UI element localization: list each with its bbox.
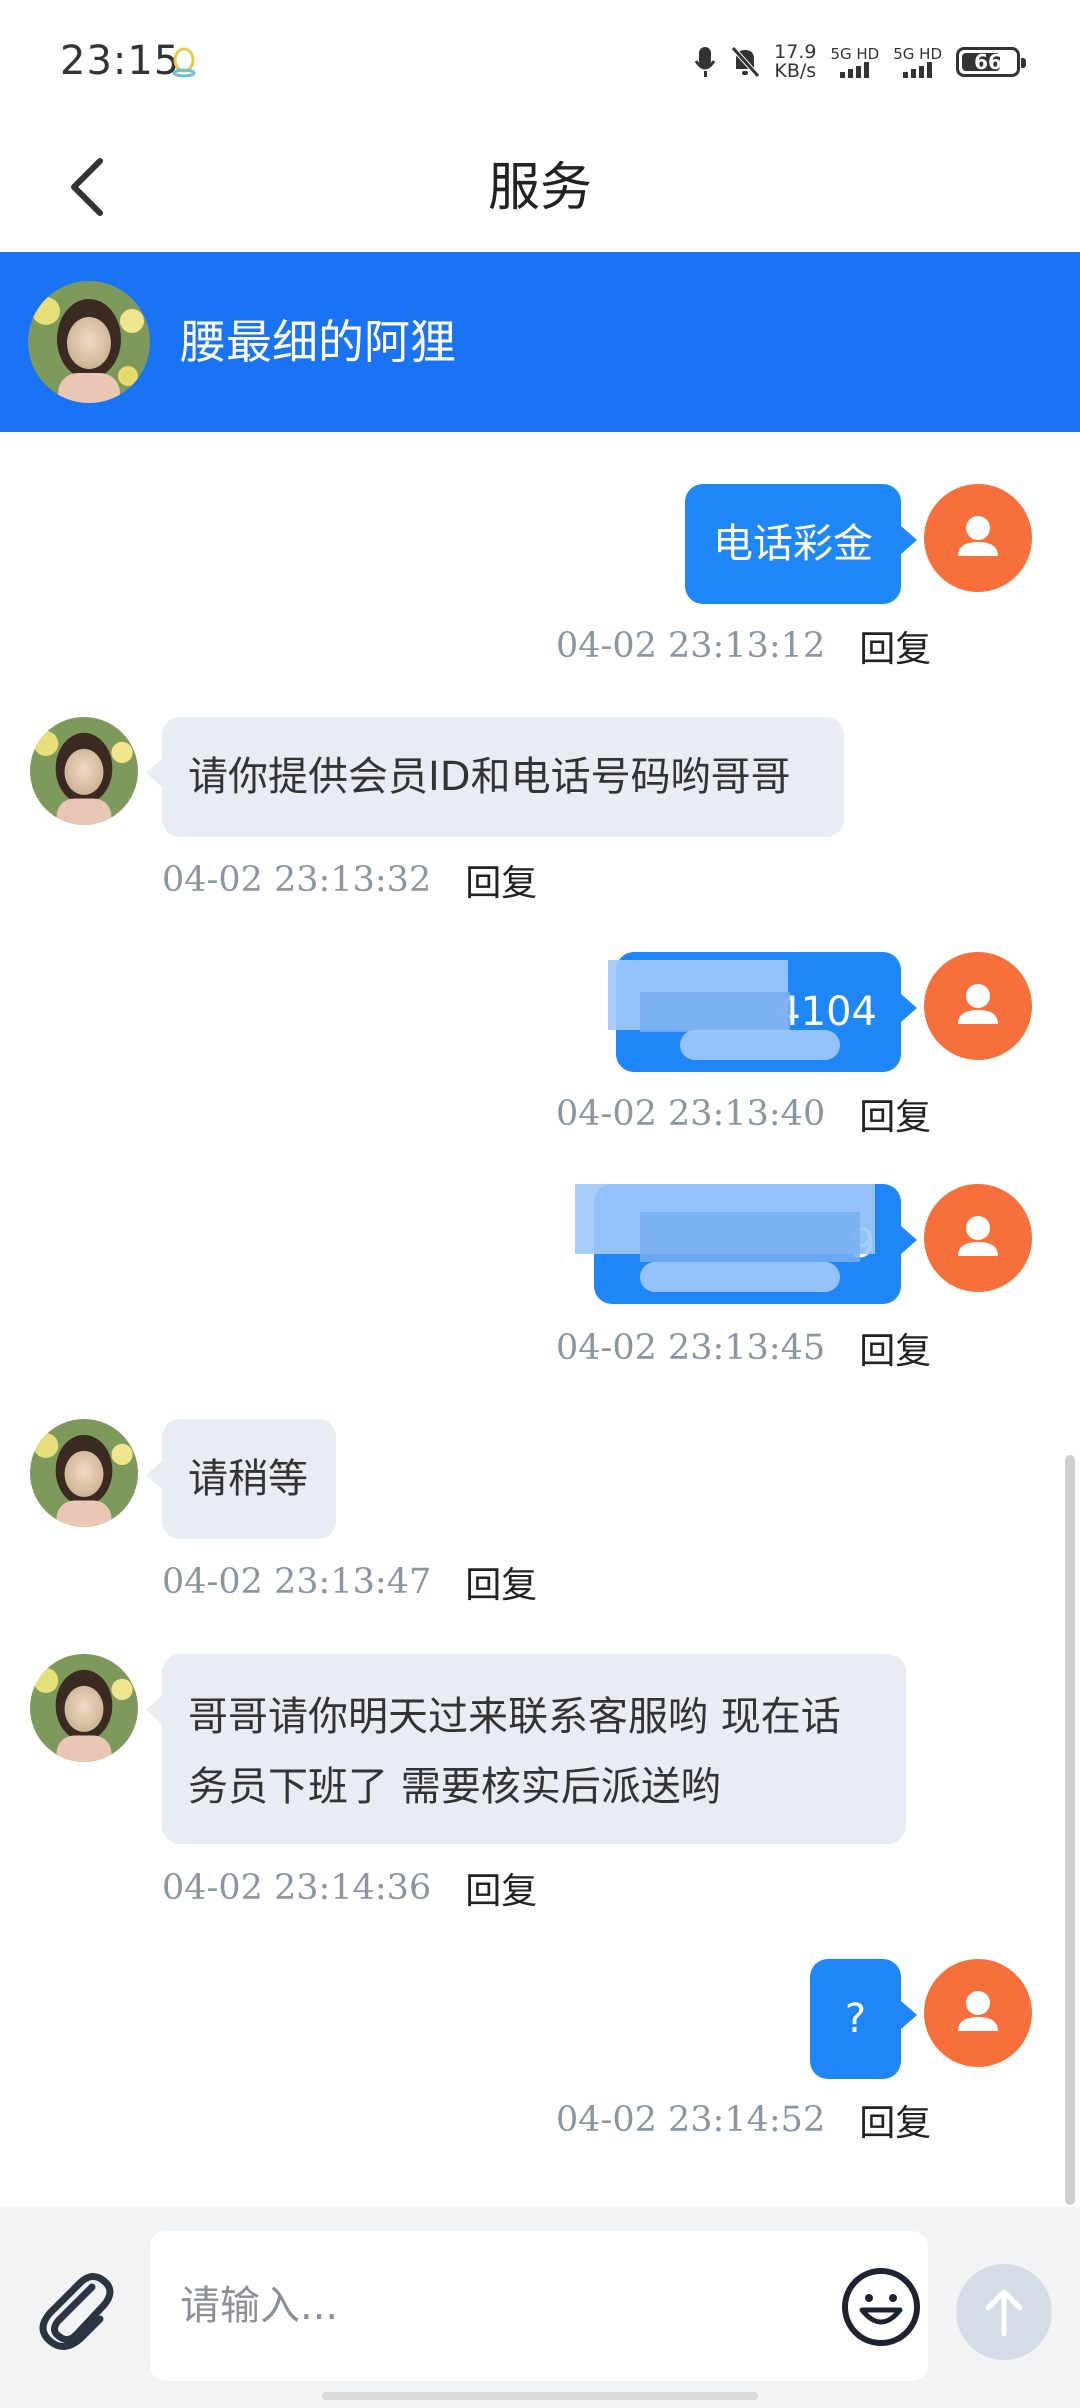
message-text: 4104 [775,989,877,1035]
battery-icon: 66 [956,47,1026,77]
message-text: 请你提供会员ID和电话号码哟哥哥 [188,754,791,800]
reply-link[interactable]: 回复 [465,854,537,906]
agent-avatar[interactable] [28,281,150,403]
user-icon [958,1991,998,2031]
agent-message-avatar[interactable] [30,717,138,825]
redaction-mask [680,1030,840,1060]
incoming-message[interactable]: 请稍等 [146,1419,336,1539]
user-icon [958,516,998,556]
page-title: 服务 [487,158,592,218]
agent-header: 腰最细的阿狸 [0,252,1080,432]
chevron-left-icon [71,158,103,216]
home-indicator[interactable] [322,2392,758,2400]
message-meta: 04-02 23:13:47 回复 [162,1556,537,1608]
message-input[interactable] [150,2231,928,2381]
reply-link[interactable]: 回复 [859,1088,931,1140]
status-icons: 17.9 KB/s 5G HD 5G HD 66 [694,40,1026,84]
message-text: 请稍等 [188,1456,308,1502]
sim2-label: 5G HD [893,45,942,63]
message-text-line: 务员下班了 需要核实后派送哟 [188,1764,721,1810]
microphone-icon [694,47,716,77]
incoming-message[interactable]: 哥哥请你明天过来联系客服哟 现在话 务员下班了 需要核实后派送哟 [146,1654,906,1844]
user-avatar[interactable] [924,484,1032,592]
message-text: ? [844,1996,867,2042]
user-avatar[interactable] [924,1184,1032,1292]
battery-level: 66 [974,50,1002,74]
back-button[interactable] [52,147,132,227]
message-timestamp: 04-02 23:13:45 [556,1328,826,1368]
reply-link[interactable]: 回复 [859,620,931,672]
network-speed-unit: KB/s [774,60,817,82]
incoming-message[interactable]: 请你提供会员ID和电话号码哟哥哥 [146,717,844,837]
signal-bars-icon [903,62,933,78]
sim1-label: 5G HD [830,45,880,63]
signal-bars-icon [840,62,870,78]
reply-link[interactable]: 回复 [465,1862,537,1914]
message-meta: 04-02 23:13:45 回复 [556,1322,931,1374]
agent-message-avatar[interactable] [30,1654,138,1762]
agent-name: 腰最细的阿狸 [180,315,456,369]
sim1-signal: 5G HD [830,46,879,78]
message-meta: 04-02 23:13:40 回复 [556,1088,931,1140]
message-text: 电话彩金 [713,521,873,567]
redaction-mask [640,992,790,1032]
redaction-mask [640,1212,860,1262]
network-speed: 17.9 KB/s [774,43,816,81]
user-avatar[interactable] [924,1959,1032,2067]
message-meta: 04-02 23:14:36 回复 [162,1862,537,1914]
redaction-mask [640,1262,840,1292]
chat-area[interactable]: 电话彩金 04-02 23:13:12 回复 请你提供会员ID和电话号码哟哥哥 … [0,432,1080,2207]
message-timestamp: 04-02 23:14:52 [556,2100,826,2140]
message-meta: 04-02 23:13:32 回复 [162,854,537,906]
user-avatar[interactable] [924,952,1032,1060]
user-icon [958,1216,998,1256]
title-bar: 服务 [0,125,1080,252]
chat-scrollbar[interactable] [1065,1455,1075,2205]
message-meta: 04-02 23:13:12 回复 [556,620,931,672]
status-time: 23:15 [60,38,181,84]
outgoing-message[interactable]: 电话彩金 [685,484,917,604]
status-bar: 23:15 17.9 KB/s 5G HD 5G HD 66 [0,0,1080,125]
paperclip-icon[interactable] [30,2265,120,2355]
reply-link[interactable]: 回复 [859,2094,931,2146]
outgoing-message[interactable]: ? [810,1959,917,2079]
composer-bar [0,2207,1080,2408]
message-timestamp: 04-02 23:13:40 [556,1094,826,1134]
send-button[interactable] [956,2264,1052,2360]
message-timestamp: 04-02 23:14:36 [162,1868,432,1908]
mute-bell-icon [731,46,761,78]
message-timestamp: 04-02 23:13:12 [556,626,826,666]
message-text-line: 哥哥请你明天过来联系客服哟 现在话 [188,1694,841,1740]
reply-link[interactable]: 回复 [465,1556,537,1608]
message-timestamp: 04-02 23:13:47 [162,1562,432,1602]
message-timestamp: 04-02 23:13:32 [162,860,432,900]
smiley-icon[interactable] [838,2264,924,2350]
agent-message-avatar[interactable] [30,1419,138,1527]
arrow-up-icon [985,2289,1023,2337]
message-meta: 04-02 23:14:52 回复 [556,2094,931,2146]
user-icon [958,984,998,1024]
qq-notification-icon [172,47,196,78]
sim2-signal: 5G HD [893,46,942,78]
reply-link[interactable]: 回复 [859,1322,931,1374]
